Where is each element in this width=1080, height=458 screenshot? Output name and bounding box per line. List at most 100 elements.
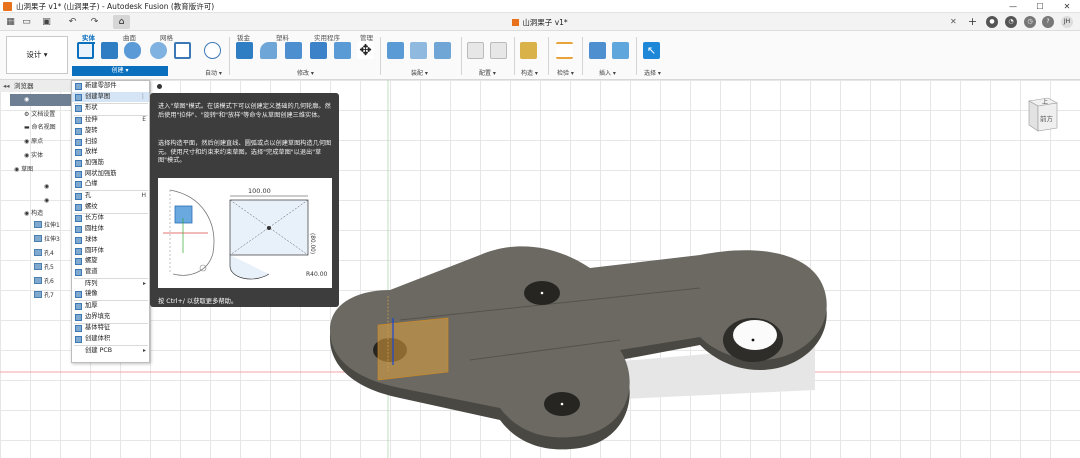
menu-item-hole[interactable]: 孔H [72, 191, 149, 202]
menu-item-base-feature[interactable]: 基体特征 [72, 323, 149, 334]
shape-icon[interactable] [174, 42, 191, 59]
timeline-hole6[interactable]: 孔6 [34, 276, 54, 287]
select-group-dropdown[interactable]: 选择 ▾ [644, 68, 661, 77]
tab-surface[interactable]: 曲面 [123, 32, 136, 42]
extrude-icon[interactable] [101, 42, 118, 59]
menu-item-pipe[interactable]: 管道 [72, 267, 149, 278]
tab-sheet-metal[interactable]: 钣金 [237, 32, 250, 42]
browser-row-origin[interactable]: ◉ 原点 [24, 136, 43, 147]
notifications-icon[interactable]: ◷ [1024, 16, 1036, 28]
browser-row-sketch2[interactable]: ◉ [44, 195, 49, 206]
browser-row-named-views[interactable]: ▬ 命名视图 [24, 122, 56, 133]
browser-row-sketches[interactable]: ◉ 草图 [14, 164, 33, 175]
parameters-icon[interactable] [467, 42, 484, 59]
measure-icon[interactable] [556, 42, 573, 59]
menu-item-box[interactable]: 长方体 [72, 213, 149, 224]
home-icon[interactable]: ⌂ [113, 15, 130, 29]
redo-icon[interactable]: ↷ [88, 16, 101, 28]
press-pull-icon[interactable] [236, 42, 253, 59]
view-cube[interactable]: 上 前方 [1026, 95, 1060, 135]
combine-icon[interactable] [334, 42, 351, 59]
menu-item-sweep[interactable]: 扫掠 [72, 137, 149, 148]
tab-utilities[interactable]: 实用程序 [314, 32, 340, 42]
browser-header[interactable]: ◂◂ 浏览器 [0, 80, 80, 92]
shell-icon[interactable] [310, 42, 327, 59]
inspect-group-dropdown[interactable]: 检验 ▾ [557, 68, 574, 77]
assemble-group-dropdown[interactable]: 装配 ▾ [411, 68, 428, 77]
construct-plane-icon[interactable] [520, 42, 537, 59]
configure-group-dropdown[interactable]: 配置 ▾ [479, 68, 496, 77]
maximize-button[interactable]: ☐ [1027, 0, 1053, 13]
browser-row-bodies[interactable]: ◉ 实体 [24, 150, 43, 161]
menu-item-emboss[interactable]: 凸缘 [72, 179, 149, 190]
close-tab-icon[interactable]: ✕ [950, 17, 957, 26]
configure-table-icon[interactable] [490, 42, 507, 59]
browser-row-sketch1[interactable]: ◉ [44, 181, 49, 192]
menu-item-mirror[interactable]: 镜像 [72, 289, 149, 300]
menu-item-pattern[interactable]: 阵列 ▸ [72, 279, 149, 290]
menu-item-create-sketch[interactable]: 创建草图 ⋮ [72, 91, 149, 103]
menu-item-create-pcb[interactable]: 创建 PCB ▸ [72, 346, 149, 357]
job-status-icon[interactable]: ◔ [1005, 16, 1017, 28]
tab-plastic[interactable]: 塑料 [276, 32, 289, 42]
sketch-plane-highlight[interactable] [377, 317, 449, 381]
select-arrow-icon[interactable]: ↖ [643, 42, 660, 59]
modify-group-dropdown[interactable]: 修改 ▾ [297, 68, 314, 77]
undo-icon[interactable]: ↶ [66, 16, 79, 28]
revolve-icon[interactable] [124, 42, 141, 59]
menu-item-coil[interactable]: 螺旋 [72, 256, 149, 267]
user-avatar[interactable]: JH [1061, 16, 1073, 28]
app-grid-icon[interactable]: ▦ [4, 16, 17, 28]
new-component-icon[interactable] [387, 42, 404, 59]
browser-row-doc-settings[interactable]: ⚙ 文档设置 [24, 109, 55, 120]
menu-item-thicken[interactable]: 加厚 [72, 301, 149, 312]
menu-item-new-component[interactable]: 新建零部件 [72, 81, 149, 92]
workspace-switcher[interactable]: 设计 ▾ [6, 36, 68, 74]
timeline-hole5[interactable]: 孔5 [34, 262, 54, 273]
menu-item-web[interactable]: 网状加强筋 [72, 169, 149, 180]
menu-item-revolve[interactable]: 旋转 [72, 126, 149, 137]
save-icon[interactable]: ▣ [40, 16, 53, 28]
folder-icon[interactable]: ▭ [20, 16, 33, 28]
menu-item-extrude[interactable]: 拉伸 E [72, 115, 149, 126]
insert-group-dropdown[interactable]: 插入 ▾ [599, 68, 616, 77]
timeline-extrude3[interactable]: 拉伸3 [34, 234, 60, 245]
create-group-dropdown[interactable]: 创建 ▾ [72, 66, 168, 76]
construct-group-dropdown[interactable]: 构造 ▾ [521, 68, 538, 77]
automate-icon[interactable] [204, 42, 221, 59]
joint-icon[interactable] [410, 42, 427, 59]
menu-item-rib[interactable]: 加强筋 [72, 158, 149, 169]
sphere-icon[interactable] [150, 42, 167, 59]
menu-item-torus[interactable]: 圆环体 [72, 246, 149, 257]
chamfer-icon[interactable] [285, 42, 302, 59]
tab-mesh[interactable]: 网格 [160, 32, 173, 42]
menu-item-boundary-fill[interactable]: 边界填充 [72, 312, 149, 323]
viewcube-left-face[interactable] [1028, 100, 1039, 132]
create-sketch-icon[interactable] [77, 42, 94, 59]
menu-item-thread[interactable]: 螺纹 [72, 202, 149, 213]
help-icon[interactable]: ? [1042, 16, 1054, 28]
insert-derive-icon[interactable] [589, 42, 606, 59]
timeline-hole4[interactable]: 孔4 [34, 248, 54, 259]
fillet-icon[interactable] [260, 42, 277, 59]
document-tab[interactable]: 山洞果子 v1* [490, 15, 590, 30]
minimize-button[interactable]: — [1000, 0, 1026, 13]
extensions-icon[interactable]: ● [986, 16, 998, 28]
close-window-button[interactable]: ✕ [1054, 0, 1080, 13]
menu-item-create-volume[interactable]: 创建体积 [72, 334, 149, 345]
new-tab-button[interactable]: + [966, 16, 979, 28]
collapse-icon[interactable]: ◂◂ [3, 80, 10, 92]
browser-root-row[interactable]: ◉ [10, 94, 80, 106]
insert-image-icon[interactable] [612, 42, 629, 59]
timeline-extrude1[interactable]: 拉伸1 [34, 220, 60, 231]
automate-group-dropdown[interactable]: 自动 ▾ [205, 68, 222, 77]
menu-item-cylinder[interactable]: 圆柱体 [72, 224, 149, 235]
menu-item-form[interactable]: 形状 [72, 103, 149, 114]
menu-item-sphere[interactable]: 球体 [72, 235, 149, 246]
more-options-icon[interactable]: ⋮ [140, 92, 146, 103]
as-built-joint-icon[interactable] [434, 42, 451, 59]
browser-row-construction[interactable]: ◉ 构造 [24, 208, 43, 219]
menu-item-loft[interactable]: 放样 [72, 147, 149, 158]
move-icon[interactable]: ✥ [357, 42, 374, 59]
timeline-hole7[interactable]: 孔7 [34, 290, 54, 301]
